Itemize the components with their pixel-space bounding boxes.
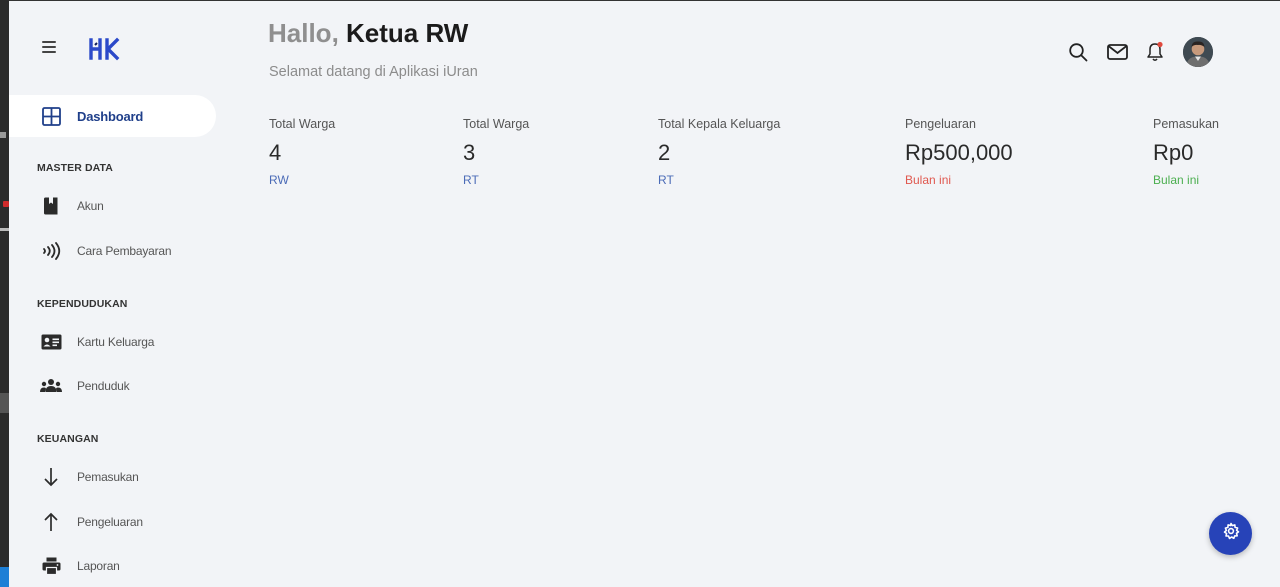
sidebar-item-label: Laporan bbox=[77, 559, 120, 573]
sidebar-item-label: Akun bbox=[77, 199, 104, 213]
avatar[interactable] bbox=[1183, 37, 1213, 67]
stat-value: Rp500,000 bbox=[905, 140, 1013, 165]
stat-pengeluaran: Pengeluaran Rp500,000 Bulan ini bbox=[905, 117, 1013, 187]
app-logo[interactable] bbox=[88, 36, 120, 62]
page-title: Hallo, Ketua RW bbox=[268, 18, 468, 49]
stat-sub: RT bbox=[463, 173, 479, 187]
sidebar-item-label: Dashboard bbox=[77, 108, 144, 124]
stat-total-kepala-keluarga: Total Kepala Keluarga 2 RT bbox=[658, 117, 780, 187]
menu-toggle-icon[interactable] bbox=[42, 41, 56, 53]
stat-value: Rp0 bbox=[1153, 140, 1194, 165]
stat-value: 3 bbox=[463, 140, 476, 165]
sidebar-item-label: Pengeluaran bbox=[77, 515, 143, 529]
stat-total-warga-rw: Total Warga 4 RW bbox=[269, 117, 335, 187]
sidebar-item-pengeluaran[interactable]: Pengeluaran bbox=[9, 505, 216, 539]
gear-icon bbox=[1222, 522, 1240, 545]
sidebar-item-dashboard[interactable]: Dashboard bbox=[9, 95, 216, 137]
printer-icon bbox=[40, 555, 62, 577]
arrow-down-icon bbox=[40, 466, 62, 488]
stat-value: 4 bbox=[269, 140, 282, 165]
section-title-master-data: MASTER DATA bbox=[37, 162, 113, 174]
book-icon bbox=[40, 195, 62, 217]
stat-value: 2 bbox=[658, 140, 671, 165]
edge-mark bbox=[0, 132, 6, 138]
stat-sub: Bulan ini bbox=[1153, 173, 1200, 187]
edge-mark bbox=[0, 228, 9, 231]
sidebar-item-label: Kartu Keluarga bbox=[77, 335, 155, 349]
settings-button[interactable] bbox=[1209, 512, 1252, 555]
stat-sub: Bulan ini bbox=[905, 173, 952, 187]
section-title-keuangan: KEUANGAN bbox=[37, 433, 99, 445]
id-card-icon bbox=[40, 331, 62, 353]
stat-label: Total Kepala Keluarga bbox=[658, 117, 781, 131]
section-title-kependudukan: KEPENDUDUKAN bbox=[37, 298, 128, 310]
greeting-prefix: Hallo, bbox=[268, 18, 347, 48]
edge-mark bbox=[0, 567, 9, 587]
sidebar-item-label: Penduduk bbox=[77, 379, 130, 393]
sidebar-item-laporan[interactable]: Laporan bbox=[9, 549, 216, 583]
window-left-edge bbox=[0, 0, 9, 587]
stat-pemasukan: Pemasukan Rp0 Bulan ini bbox=[1153, 117, 1219, 187]
people-icon bbox=[40, 375, 62, 397]
sidebar: Dashboard MASTER DATA Akun Cara Pembayar… bbox=[9, 1, 224, 587]
mail-icon[interactable] bbox=[1102, 37, 1132, 67]
sidebar-item-penduduk[interactable]: Penduduk bbox=[9, 369, 216, 403]
stat-label: Total Warga bbox=[463, 117, 530, 131]
sidebar-item-pemasukan[interactable]: Pemasukan bbox=[9, 460, 216, 494]
stat-total-warga-rt: Total Warga 3 RT bbox=[463, 117, 529, 187]
stat-label: Pemasukan bbox=[1153, 117, 1220, 131]
search-icon[interactable] bbox=[1063, 37, 1093, 67]
contactless-icon bbox=[40, 240, 62, 262]
grid-icon bbox=[40, 105, 62, 127]
stat-label: Total Warga bbox=[269, 117, 336, 131]
edge-mark bbox=[0, 393, 9, 413]
sidebar-item-akun[interactable]: Akun bbox=[9, 189, 216, 223]
page-subtitle: Selamat datang di Aplikasi iUran bbox=[269, 64, 478, 80]
arrow-up-icon bbox=[40, 511, 62, 533]
sidebar-item-kartu-keluarga[interactable]: Kartu Keluarga bbox=[9, 325, 216, 359]
sidebar-item-cara-pembayaran[interactable]: Cara Pembayaran bbox=[9, 234, 216, 268]
stat-sub: RW bbox=[269, 173, 289, 187]
stat-label: Pengeluaran bbox=[905, 117, 976, 131]
main-content: Hallo, Ketua RW Selamat datang di Aplika… bbox=[224, 0, 1280, 587]
sidebar-item-label: Pemasukan bbox=[77, 470, 139, 484]
stat-sub: RT bbox=[658, 173, 674, 187]
bell-icon[interactable] bbox=[1140, 37, 1170, 67]
greeting-name: Ketua RW bbox=[346, 18, 469, 48]
sidebar-item-label: Cara Pembayaran bbox=[77, 244, 172, 258]
